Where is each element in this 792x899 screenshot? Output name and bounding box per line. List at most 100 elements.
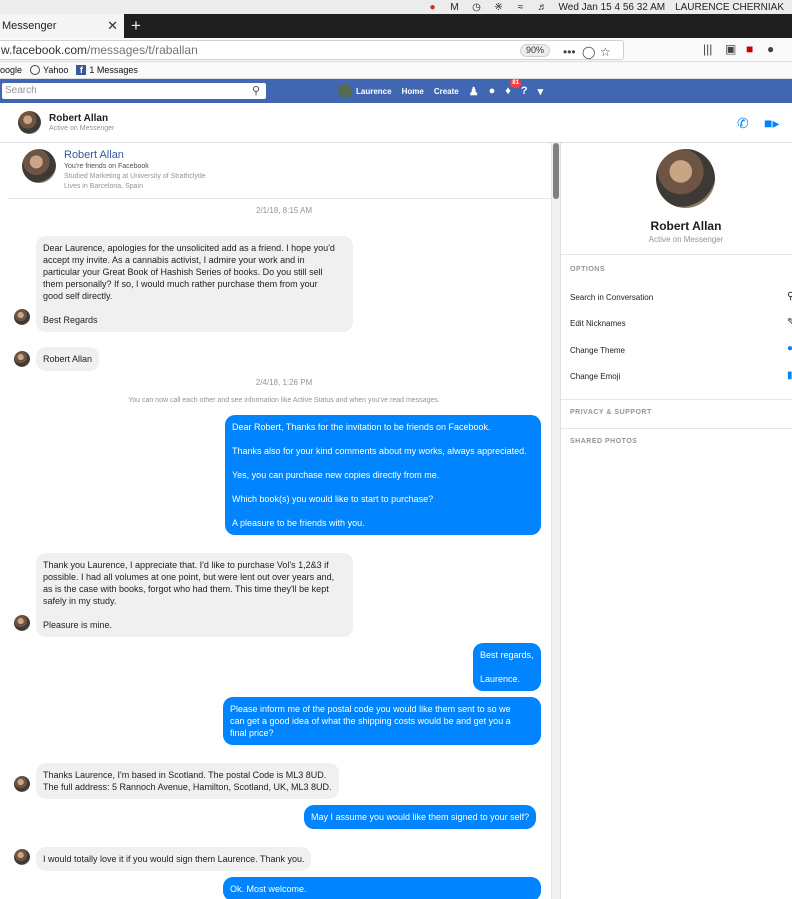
library-icon[interactable]: ||| [703,42,712,56]
messenger-icon[interactable]: ● [489,85,496,97]
message-line [43,302,346,314]
message-outgoing[interactable]: Please inform me of the postal code you … [223,697,541,745]
chat-scrollbar[interactable] [551,143,560,899]
message-line [232,481,534,493]
wifi-icon[interactable]: ≈ [515,1,527,13]
message-line: good self directly. [43,291,113,301]
sidebar-icon[interactable]: ▣ [725,42,736,56]
zoom-indicator[interactable]: 90% [520,44,551,57]
volume-icon[interactable]: ♬ [537,1,549,13]
edit-nicknames-option[interactable]: Edit Nicknames [570,319,626,328]
message-line: Thank you Laurence, I appreciate that. I… [43,560,329,570]
message-line: Which book(s) you would like to start to… [232,494,434,504]
message-line: Thanks Laurence, I'm based in Scotland. … [43,770,327,780]
message-incoming[interactable]: I would totally love it if you would sig… [36,847,312,871]
message-line: Dear Robert, Thanks for the invitation t… [232,422,491,432]
profile-name[interactable]: Robert Allan [64,149,124,161]
message-line [480,661,534,673]
contact-name[interactable]: Robert Allan [49,113,108,124]
search-in-conversation-option[interactable]: Search in Conversation [570,293,653,302]
malwarebytes-icon[interactable]: M [449,1,461,13]
tab-close-icon[interactable]: ✕ [107,18,118,34]
menubar-clock[interactable]: Wed Jan 15 4 56 32 AM [559,2,666,13]
browser-toolbar: w.facebook.com/messages/t/raballan 90% •… [0,38,792,62]
time-machine-icon[interactable]: ◷ [471,1,483,13]
conversation-info-pane: Robert Allan Active on Messenger OPTIONS… [560,143,792,899]
shared-photos-section[interactable]: SHARED PHOTOS [570,438,637,445]
message-line: Robert Allan [43,354,93,364]
creative-cloud-icon[interactable]: ● [427,1,439,13]
avatar[interactable] [22,149,56,183]
bookmark-yahoo[interactable]: Yahoo [30,65,68,75]
chevron-down-icon[interactable]: ▾ [538,85,544,98]
phone-icon[interactable]: ✆ [737,115,749,132]
pencil-icon[interactable]: ✎ [787,317,792,328]
system-note: You can now call each other and see info… [128,397,440,404]
nav-home[interactable]: Home [402,87,424,96]
macos-menubar: ● M ◷ ※ ≈ ♬ Wed Jan 15 4 56 32 AM LAUREN… [0,0,792,14]
avatar [14,309,30,325]
info-contact-status: Active on Messenger [648,235,724,244]
thumbs-up-icon[interactable]: ▮ [787,370,792,381]
menubar-user[interactable]: LAURENCE CHERNIAK [675,2,784,13]
message-line: them personally? If so, I would much rat… [43,279,318,289]
nav-create[interactable]: Create [434,87,459,96]
bookmarks-bar: oogle Yahoo f1 Messages [0,62,792,79]
divider [561,399,792,400]
theme-color-icon[interactable]: ● [787,343,792,354]
message-line: Best Regards [43,315,98,325]
privacy-support-section[interactable]: PRIVACY & SUPPORT [570,409,652,416]
notifications-icon[interactable]: ♦ 81 [505,79,521,97]
search-placeholder: Search [5,85,37,96]
avatar [14,776,30,792]
message-line: Yes, you can purchase new copies directl… [232,470,440,480]
message-incoming[interactable]: Robert Allan [36,347,100,371]
page-actions-icon[interactable]: ••• [563,45,576,59]
divider [561,254,792,255]
message-line [232,433,534,445]
options-section-title: OPTIONS [570,266,606,273]
search-icon[interactable]: ⚲ [252,83,260,99]
facebook-search-input[interactable]: Search ⚲ [2,83,266,99]
bookmark-star-icon[interactable]: ☆ [600,45,611,59]
avatar[interactable] [18,111,41,134]
facebook-icon: f [76,65,87,75]
url-bar[interactable]: w.facebook.com/messages/t/raballan 90% •… [0,40,624,60]
message-outgoing[interactable]: May I assume you would like them signed … [304,805,537,829]
message-line: as is the case with books, forgot who ha… [43,584,329,594]
bluetooth-icon[interactable]: ※ [493,1,505,13]
help-icon[interactable]: ? [521,85,528,97]
avatar[interactable] [656,149,715,208]
bookmark-messages[interactable]: f1 Messages [76,65,138,75]
url-domain: w.facebook.com [1,43,88,57]
message-outgoing[interactable]: Dear Robert, Thanks for the invitation t… [225,415,541,535]
message-line: particular your Great Book of Hashish Se… [43,267,323,277]
change-theme-option[interactable]: Change Theme [570,346,625,355]
message-incoming[interactable]: Thanks Laurence, I'm based in Scotland. … [36,763,339,799]
change-emoji-option[interactable]: Change Emoji [570,372,620,381]
pocket-icon[interactable]: ◯ [582,45,595,59]
video-call-icon[interactable]: ■▸ [764,115,779,132]
search-icon[interactable]: ⚲ [787,291,792,302]
message-line: Ok. Most welcome. [230,884,307,894]
message-incoming[interactable]: Thank you Laurence, I appreciate that. I… [36,553,353,637]
friend-requests-icon[interactable]: ♟ [469,85,479,98]
message-line: Pleasure is mine. [43,620,113,630]
scrollbar-thumb[interactable] [553,143,559,199]
browser-tab-messenger[interactable]: Messenger ✕ [0,14,124,38]
pdf-icon[interactable]: ■ [746,42,753,56]
avatar [14,615,30,631]
bookmark-google[interactable]: oogle [0,65,22,75]
message-outgoing[interactable]: Best regards, Laurence. [473,643,541,691]
message-outgoing[interactable]: Ok. Most welcome. [223,877,541,899]
account-icon[interactable]: ● [767,42,774,56]
new-tab-icon[interactable]: + [131,16,141,36]
message-line: safely in my study. [43,596,117,606]
facebook-nav: Laurence Home Create ♟ ● ♦ 81 ? ▾ [338,79,544,100]
chat-thread[interactable]: Robert Allan You're friends on Facebook … [8,143,560,899]
message-incoming[interactable]: Dear Laurence, apologies for the unsolic… [36,236,353,332]
avatar [14,351,30,367]
nav-profile[interactable]: Laurence [338,84,392,98]
notification-badge: 81 [510,79,521,88]
divider [561,428,792,429]
